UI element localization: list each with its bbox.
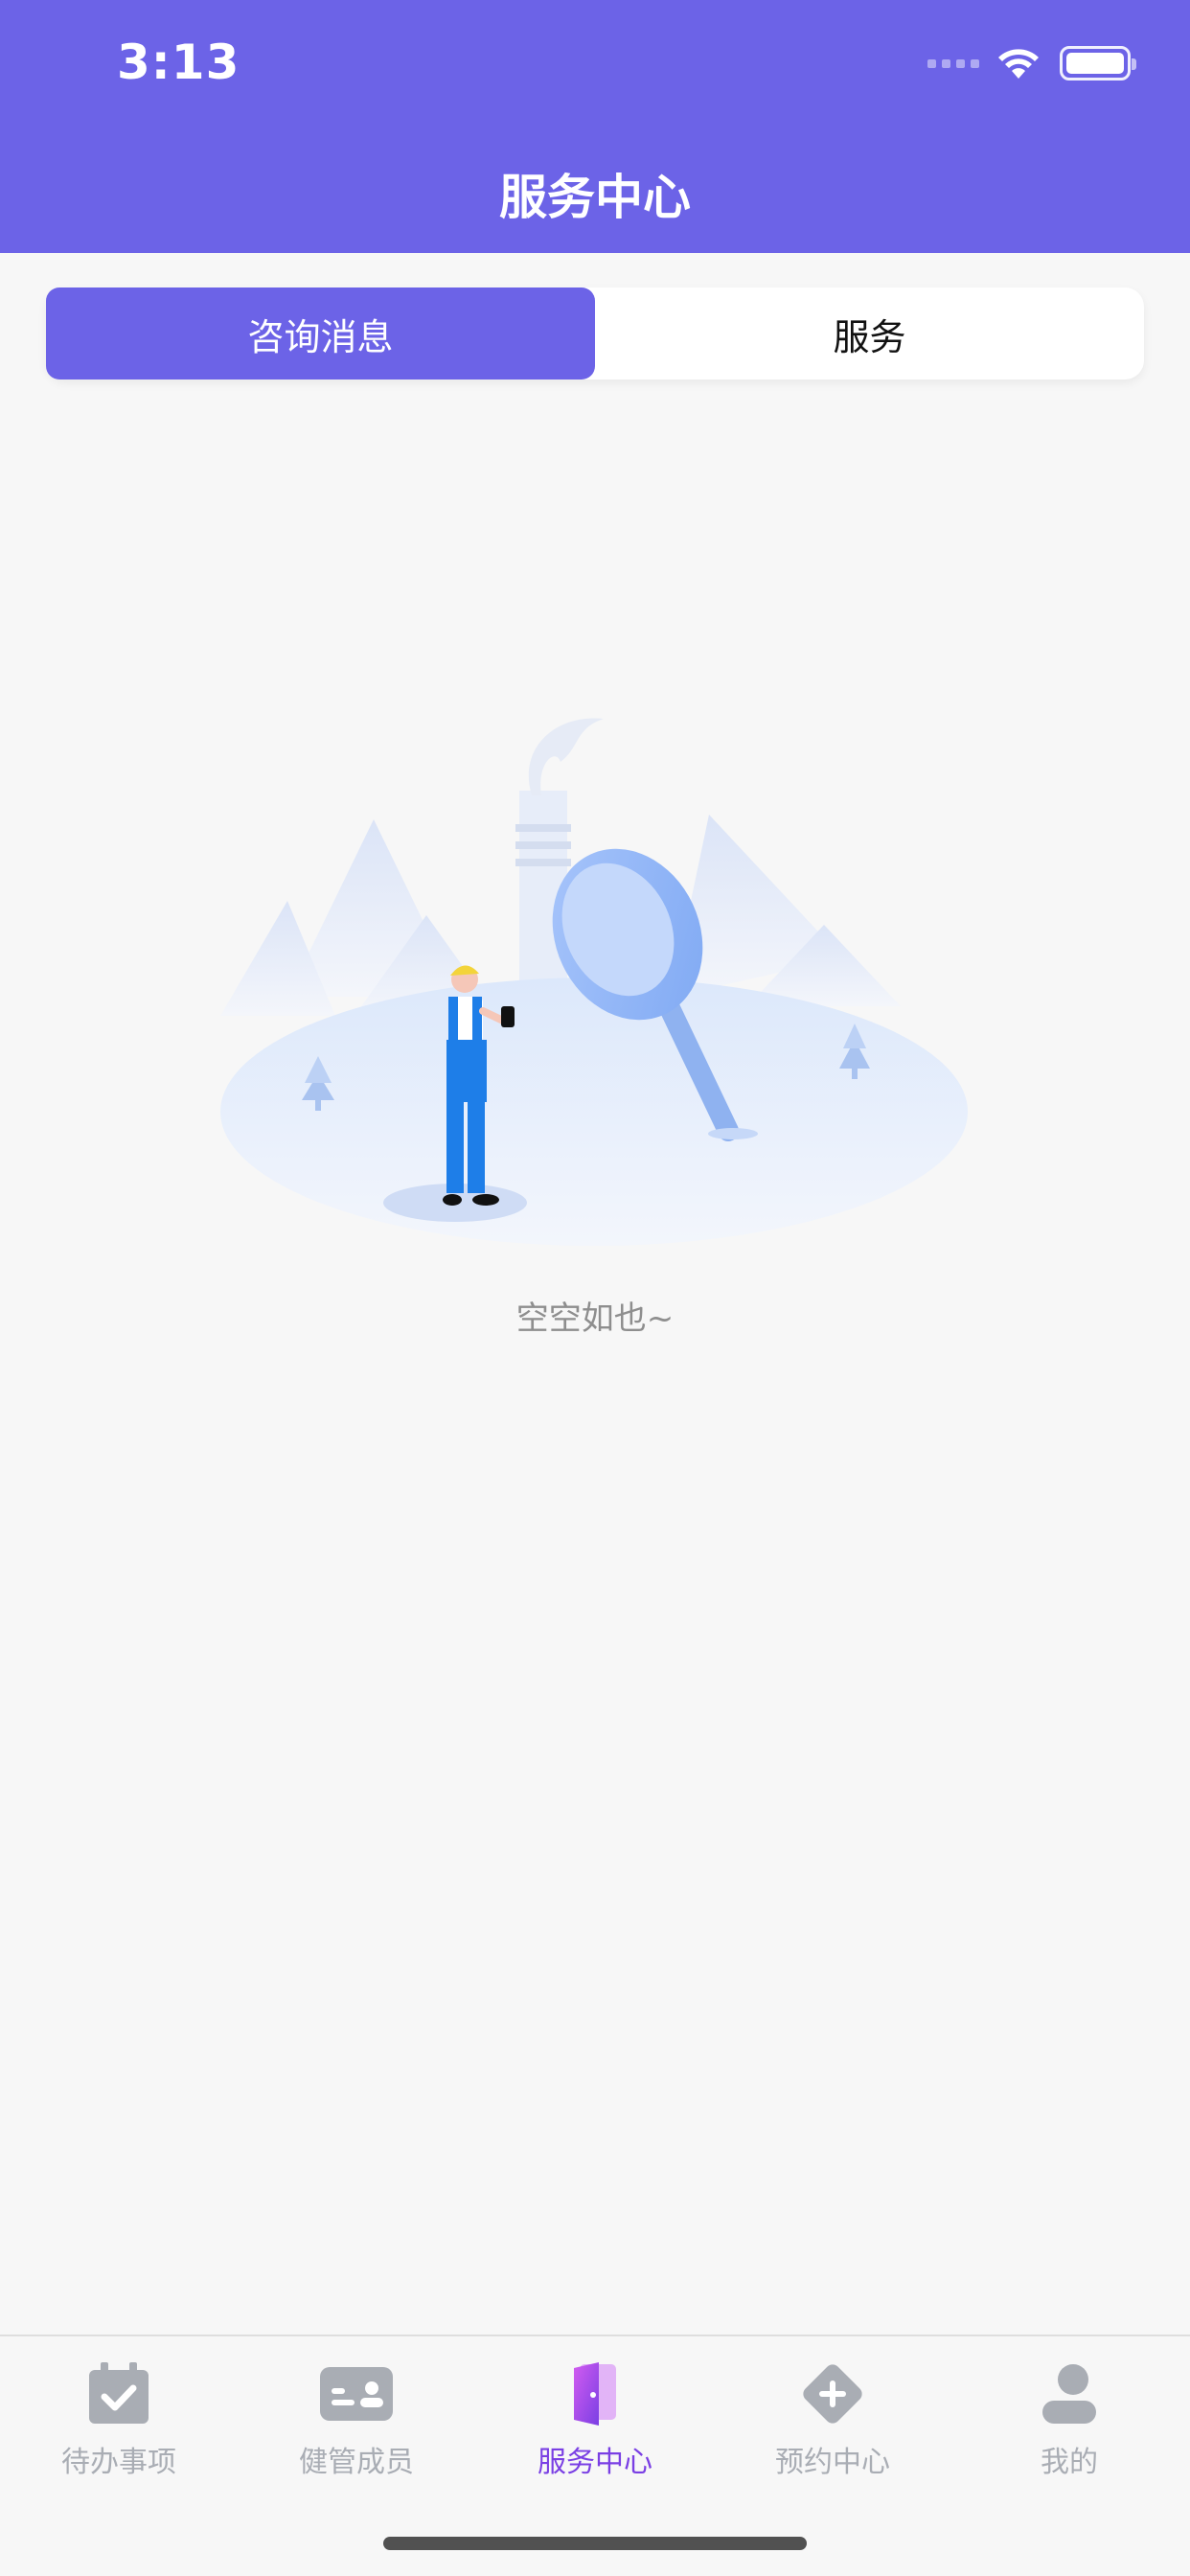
header-bar: 3:13 服务中心 <box>0 0 1190 253</box>
status-indicators <box>927 44 1136 82</box>
wifi-icon <box>998 49 1039 79</box>
tab-label: 我的 <box>1041 2446 1098 2479</box>
battery-icon <box>1060 46 1136 80</box>
tab-members[interactable]: 健管成员 <box>261 2356 452 2480</box>
tab-appointments[interactable]: 预约中心 <box>737 2356 928 2480</box>
page-title: 服务中心 <box>499 170 691 225</box>
tab-todo[interactable]: 待办事项 <box>23 2356 215 2480</box>
tab-consult-messages[interactable]: 咨询消息 <box>46 288 595 380</box>
plus-diamond-icon <box>794 2356 871 2432</box>
calendar-check-icon <box>80 2356 157 2432</box>
tab-label: 待办事项 <box>61 2446 176 2479</box>
tab-services[interactable]: 服务 <box>595 288 1144 380</box>
tab-label: 健管成员 <box>299 2446 414 2479</box>
home-indicator <box>383 2537 807 2550</box>
id-card-icon <box>318 2356 395 2432</box>
segment-control: 咨询消息 服务 <box>46 288 1144 380</box>
empty-state-message: 空空如也~ <box>515 1300 675 1338</box>
tab-me[interactable]: 我的 <box>973 2356 1165 2480</box>
door-icon <box>557 2356 633 2432</box>
tab-service-center[interactable]: 服务中心 <box>499 2356 691 2480</box>
tab-label: 服务中心 <box>538 2446 652 2479</box>
empty-state-illustration <box>220 718 968 1246</box>
cellular-signal-icon <box>927 58 979 68</box>
status-time: 3:13 <box>117 34 240 90</box>
user-icon <box>1031 2356 1108 2432</box>
tab-label: 预约中心 <box>775 2446 890 2479</box>
